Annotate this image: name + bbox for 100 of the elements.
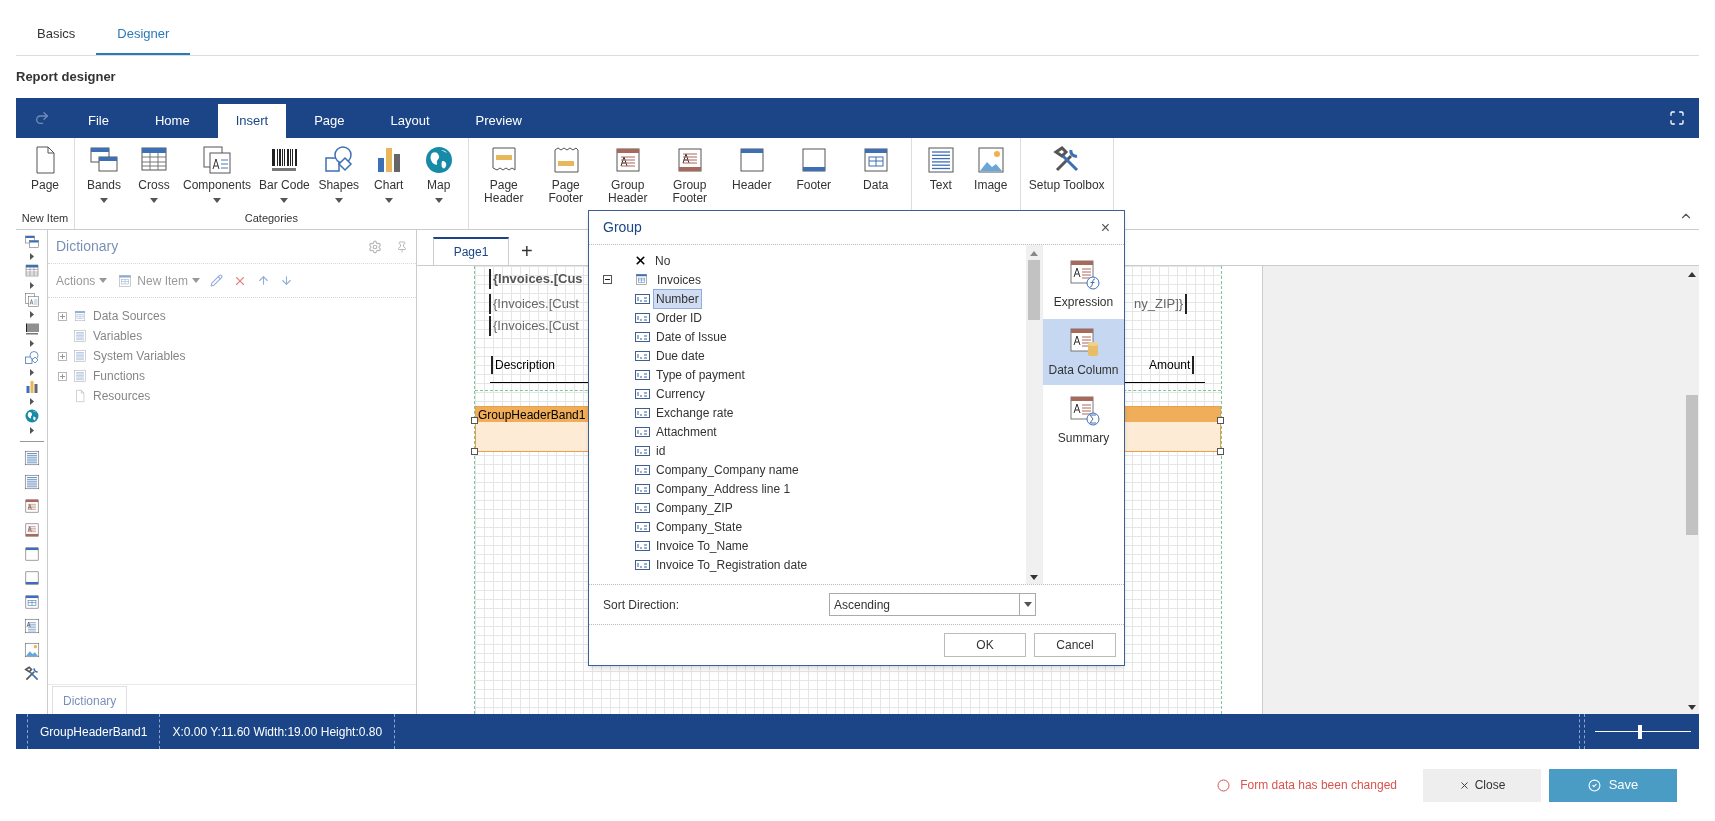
tree-item[interactable]: Date of Issue <box>653 326 730 347</box>
tree-item[interactable]: No <box>652 250 674 271</box>
bands-icon[interactable] <box>23 234 40 250</box>
text-component[interactable]: {Invoices.[Cust <box>489 316 581 336</box>
expand-arrow-icon[interactable] <box>29 311 34 318</box>
ribbon-button[interactable]: Setup Toolbox <box>1024 144 1109 192</box>
ribbon-button[interactable]: Group Footer <box>658 144 721 205</box>
ribbon-tab[interactable]: Preview <box>457 104 540 138</box>
ribbon-button[interactable]: Page Header <box>472 144 535 205</box>
fullscreen-icon[interactable] <box>1669 110 1685 126</box>
group-footer-icon[interactable] <box>22 521 41 539</box>
resize-handle[interactable] <box>471 417 478 424</box>
image-icon[interactable] <box>22 641 41 659</box>
zoom-slider[interactable] <box>1595 724 1691 739</box>
ribbon-button[interactable]: Chart <box>363 144 414 203</box>
dialog-button[interactable]: Cancel <box>1034 633 1116 657</box>
ribbon-tab[interactable]: Home <box>136 104 208 138</box>
text-component[interactable]: ny_ZIP]} <box>1132 294 1188 314</box>
ribbon-button[interactable]: Bar Code <box>255 144 314 203</box>
sort-direction-select[interactable]: Ascending <box>829 593 1036 616</box>
ribbon-tab[interactable]: Page <box>296 104 363 138</box>
tree-item[interactable]: Invoices <box>654 269 705 290</box>
ribbon-tab[interactable]: Insert <box>217 104 287 138</box>
ribbon-tab[interactable]: File <box>70 104 127 138</box>
tree-item[interactable]: Company_ZIP <box>653 497 736 518</box>
mode-option[interactable]: Summary <box>1043 387 1124 453</box>
expand-arrow-icon[interactable] <box>29 427 34 434</box>
text-block-icon[interactable] <box>22 617 41 635</box>
ribbon-button[interactable]: Data <box>844 144 907 192</box>
list-scrollbar[interactable] <box>1026 245 1042 584</box>
scrollbar-thumb[interactable] <box>1686 395 1698 535</box>
tree-item[interactable]: Attachment <box>653 421 720 442</box>
tree-item[interactable]: Currency <box>653 383 708 404</box>
ribbon-button[interactable]: Shapes <box>313 144 364 203</box>
scroll-up-icon[interactable] <box>1688 272 1696 277</box>
ribbon-button[interactable]: Group Header <box>596 144 659 205</box>
page-tab[interactable]: Basics <box>16 15 97 55</box>
text-field-icon <box>635 293 650 304</box>
tree-item[interactable]: Number <box>653 288 702 309</box>
tree-item[interactable]: Invoice To_Registration date <box>653 554 811 575</box>
text-component[interactable]: {Invoices.[Cust <box>489 294 581 314</box>
footer-band-icon[interactable] <box>22 569 41 587</box>
header-band-icon[interactable] <box>22 545 41 563</box>
expand-arrow-icon[interactable] <box>29 369 34 376</box>
tree-item[interactable]: Exchange rate <box>653 402 737 423</box>
collapse-icon[interactable] <box>603 275 612 284</box>
ribbon-tab[interactable]: Layout <box>372 104 448 138</box>
data-band-icon[interactable] <box>22 593 41 611</box>
tools-icon[interactable] <box>22 665 41 683</box>
ribbon-button[interactable]: Image <box>965 144 1016 192</box>
page-tab[interactable]: Designer <box>96 15 191 55</box>
tree-item[interactable]: id <box>653 440 669 461</box>
resize-handle[interactable] <box>1217 448 1224 455</box>
mode-option[interactable]: Expression <box>1043 251 1124 317</box>
ribbon-button[interactable]: Components <box>179 144 256 203</box>
table-icon[interactable] <box>23 263 40 279</box>
expand-arrow-icon[interactable] <box>29 282 34 289</box>
ribbon-button[interactable]: Footer <box>782 144 845 192</box>
scrollbar-thumb[interactable] <box>1028 260 1040 320</box>
expand-arrow-icon[interactable] <box>29 340 34 347</box>
close-button[interactable]: Close <box>1423 768 1541 802</box>
text-component[interactable]: Amount <box>1147 356 1195 374</box>
ribbon-button[interactable]: Page <box>20 144 70 192</box>
page-tab[interactable]: Page1 <box>433 237 509 265</box>
tree-item[interactable]: Company_State <box>653 516 746 537</box>
tree-item[interactable]: Company_Company name <box>653 459 802 480</box>
text-field-icon <box>635 483 650 494</box>
redo-icon[interactable] <box>34 110 50 126</box>
status-position: X:0.00 Y:11.60 Width:19.00 Height:0.80 <box>160 714 396 749</box>
text-lines-icon[interactable] <box>22 473 41 491</box>
shapes-icon[interactable] <box>23 350 40 366</box>
text-component[interactable]: Description <box>491 356 558 374</box>
document-icon[interactable] <box>22 449 41 467</box>
text-field-icon <box>635 426 650 437</box>
tree-item[interactable]: Order ID <box>653 307 705 328</box>
ribbon-button[interactable]: Page Footer <box>534 144 597 205</box>
expand-arrow-icon[interactable] <box>29 398 34 405</box>
dropdown-caret-icon <box>100 198 108 203</box>
group-header-icon[interactable] <box>22 497 41 515</box>
text-field-icon <box>635 502 650 513</box>
expand-arrow-icon[interactable] <box>29 253 34 260</box>
ribbon-button[interactable]: Bands <box>79 144 129 203</box>
tree-item[interactable]: Company_Address line 1 <box>653 478 794 499</box>
tree-item[interactable]: Due date <box>653 345 708 366</box>
ribbon-button[interactable]: Map <box>413 144 464 203</box>
tree-item[interactable]: Invoice To_Name <box>653 535 752 556</box>
slider-thumb[interactable] <box>1638 724 1643 739</box>
ribbon-button[interactable]: Cross <box>129 144 179 203</box>
variable-icon <box>73 329 87 343</box>
close-button[interactable]: × <box>1100 219 1110 236</box>
mode-option[interactable]: Data Column <box>1043 319 1124 385</box>
text-component[interactable]: {Invoices.[Cus <box>489 269 585 289</box>
dialog-button[interactable]: OK <box>944 633 1026 657</box>
tree-item[interactable]: Type of payment <box>653 364 748 385</box>
resize-handle[interactable] <box>1217 417 1224 424</box>
resize-handle[interactable] <box>471 448 478 455</box>
globe-icon[interactable] <box>23 408 40 424</box>
add-page-button[interactable]: + <box>509 237 545 265</box>
ribbon-button[interactable]: Header <box>720 144 783 192</box>
ribbon-button[interactable]: Text <box>915 144 966 192</box>
